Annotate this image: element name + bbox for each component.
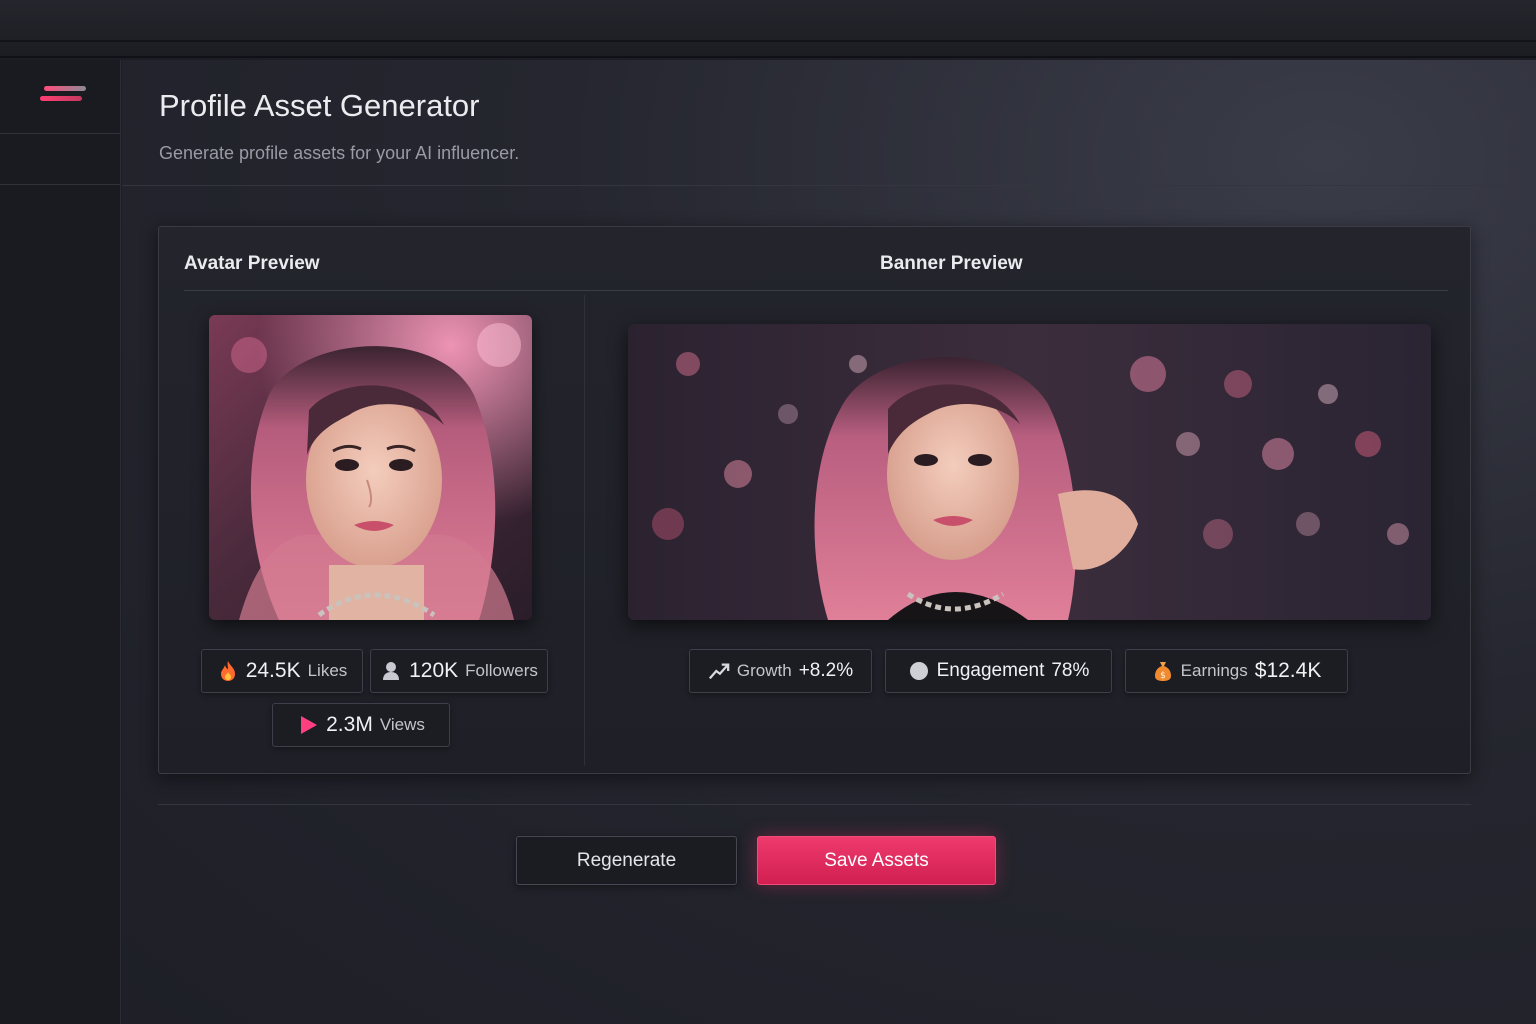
top-bar: [0, 0, 1536, 58]
sidebar-nav-item[interactable]: [0, 134, 120, 185]
panel-divider: [184, 290, 1448, 291]
svg-text:$: $: [1160, 671, 1166, 681]
growth-icon: [708, 660, 730, 682]
save-assets-button[interactable]: Save Assets: [757, 836, 996, 885]
column-divider: [584, 295, 585, 765]
page-subtitle: Generate profile assets for your AI infl…: [159, 143, 520, 163]
growth-label: Growth: [736, 661, 792, 680]
growth-stat: Growth +8.2%: [689, 649, 872, 693]
user-icon: [380, 660, 402, 682]
earnings-stat: $ Earnings $12.4K: [1125, 649, 1348, 693]
main-content: Profile Asset Generator Generate profile…: [122, 60, 1536, 1024]
followers-value: 120K: [409, 659, 459, 682]
fire-icon: [217, 660, 239, 682]
preview-panel: Avatar Preview Banner Preview 24.5K Like…: [158, 226, 1471, 774]
engagement-stat: Engagement 78%: [885, 649, 1112, 693]
page-header: Profile Asset Generator Generate profile…: [122, 60, 1536, 186]
banner-image[interactable]: [628, 324, 1431, 620]
play-icon: [297, 714, 319, 736]
likes-label: Likes: [307, 661, 348, 680]
engagement-value: 78%: [1051, 660, 1090, 681]
banner-preview-title: Banner Preview: [880, 253, 1023, 274]
footer-divider: [158, 804, 1471, 805]
likes-stat: 24.5K Likes: [201, 649, 363, 693]
followers-label: Followers: [465, 661, 538, 680]
circle-icon: [908, 660, 930, 682]
money-bag-icon: $: [1152, 660, 1174, 682]
regenerate-button[interactable]: Regenerate: [516, 836, 737, 885]
growth-value: +8.2%: [798, 660, 854, 681]
views-value: 2.3M: [326, 713, 373, 736]
views-label: Views: [379, 715, 425, 734]
followers-stat: 120K Followers: [370, 649, 548, 693]
sidebar: [0, 60, 121, 1024]
page-title: Profile Asset Generator: [159, 88, 480, 123]
avatar-preview-title: Avatar Preview: [184, 253, 320, 274]
earnings-value: $12.4K: [1254, 659, 1322, 682]
logo-icon[interactable]: [40, 86, 86, 106]
likes-value: 24.5K: [245, 659, 301, 682]
sidebar-logo-area: [0, 60, 120, 134]
avatar-image[interactable]: [209, 315, 532, 620]
engagement-label: Engagement: [936, 660, 1045, 681]
views-stat: 2.3M Views: [272, 703, 450, 747]
earnings-label: Earnings: [1180, 661, 1248, 680]
